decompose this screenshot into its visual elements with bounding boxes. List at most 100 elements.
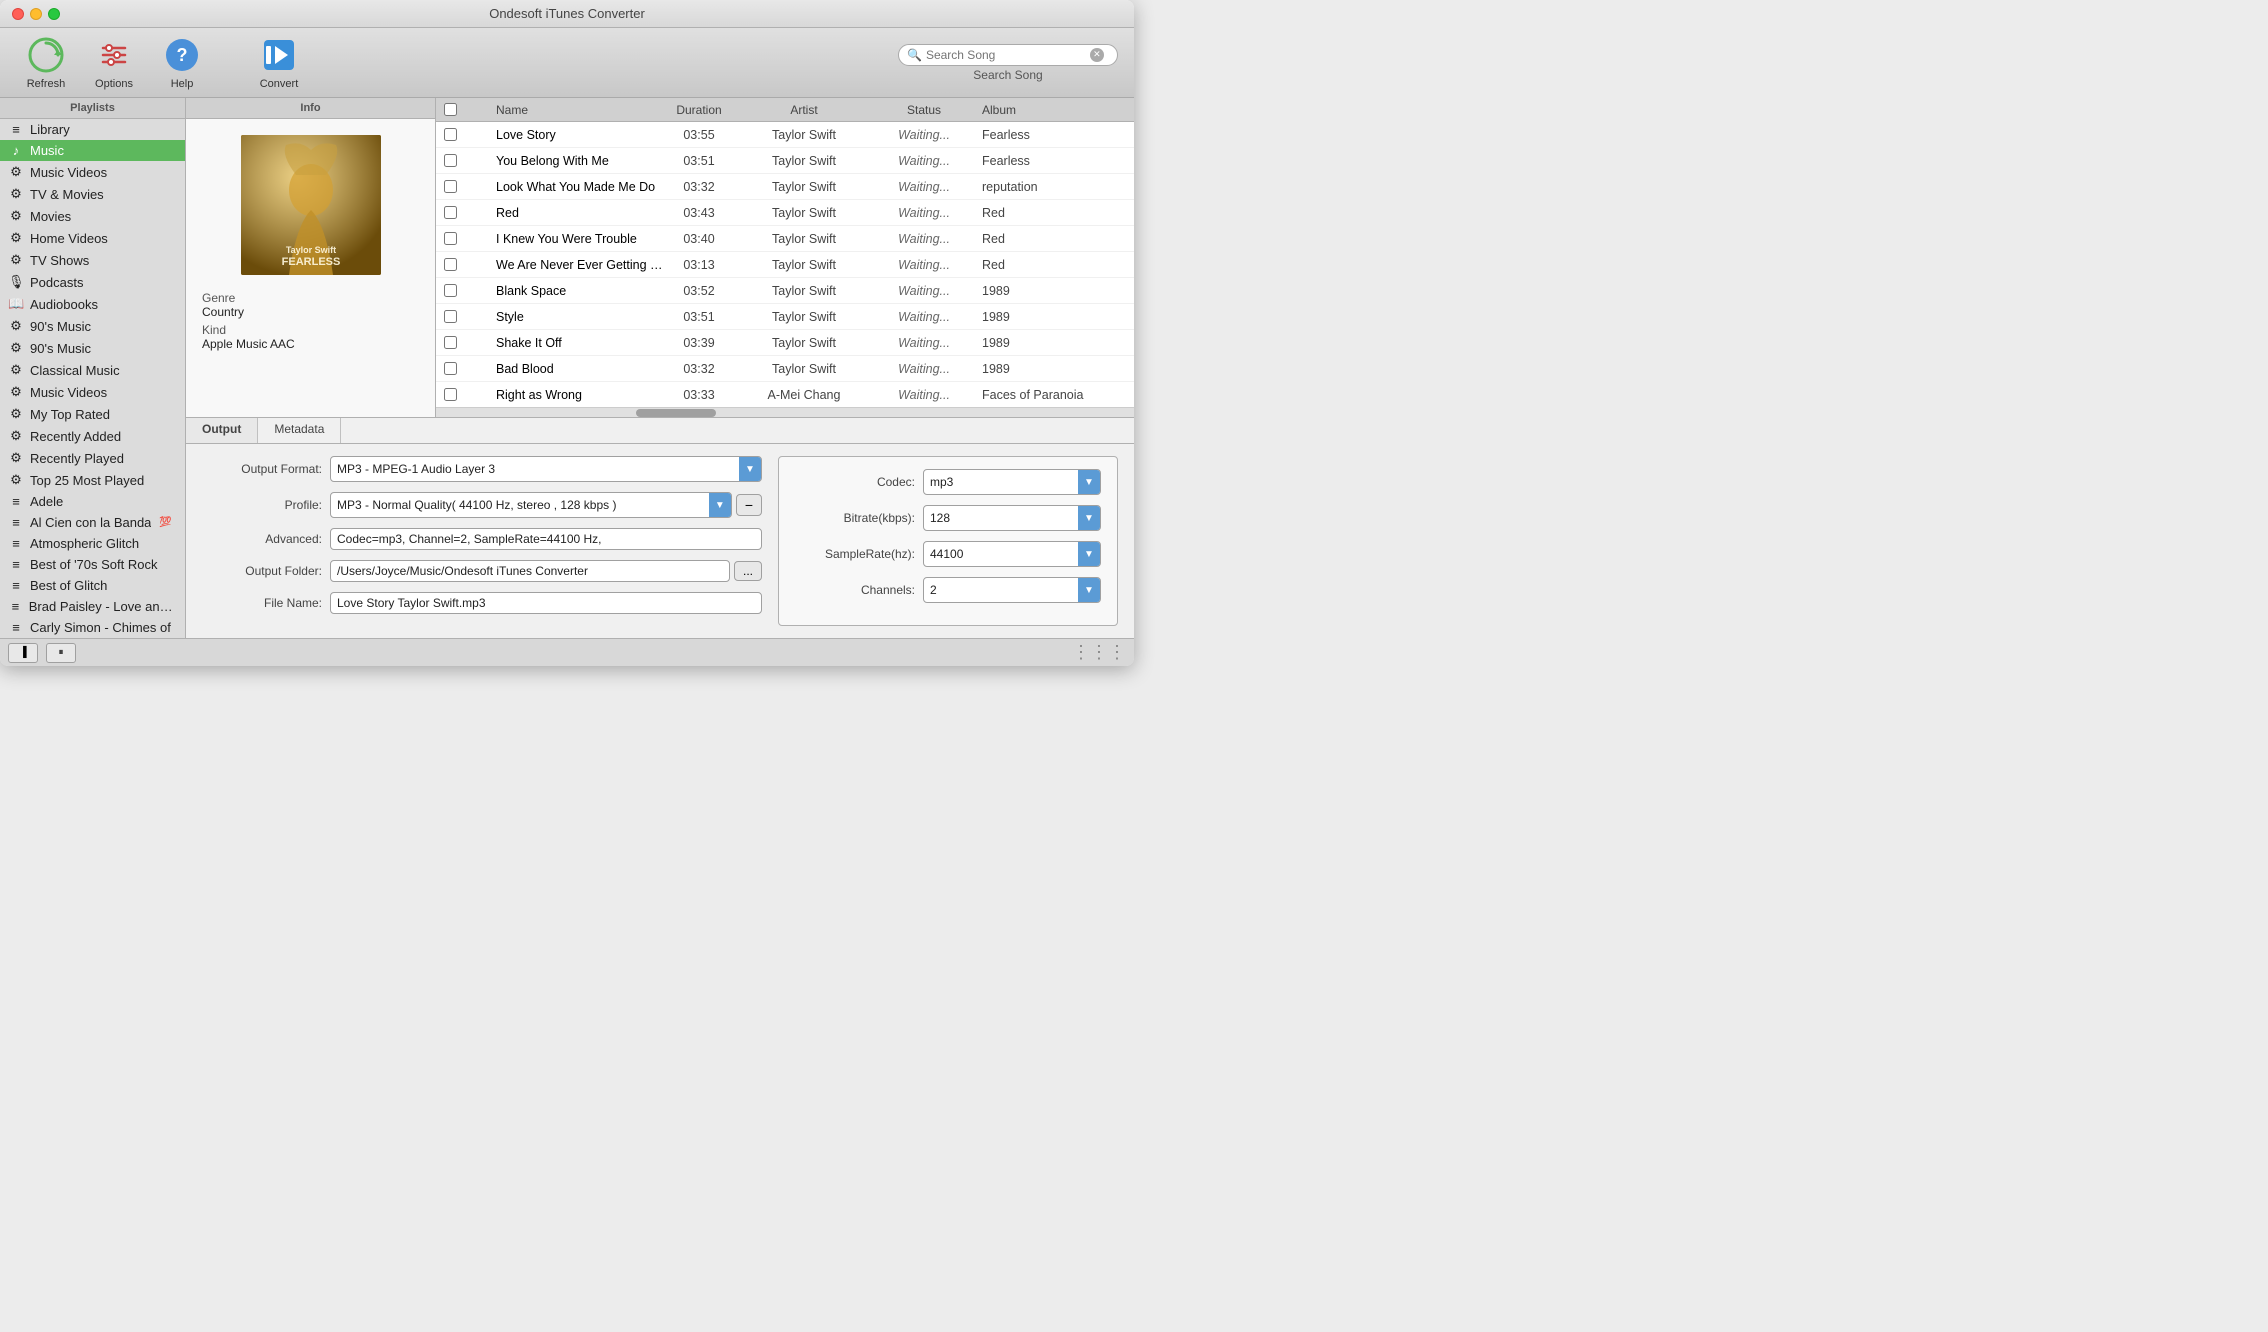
output-format-arrow[interactable]: ▼ xyxy=(739,457,761,481)
sidebar-item-tv-movies[interactable]: ⚙ TV & Movies xyxy=(0,183,185,205)
track-checkbox-cell[interactable] xyxy=(436,154,464,167)
channels-arrow[interactable]: ▼ xyxy=(1078,578,1100,602)
output-folder-input[interactable] xyxy=(330,560,730,582)
sidebar-item-90s-2[interactable]: ⚙ 90's Music xyxy=(0,337,185,359)
sidebar-item-classical[interactable]: ⚙ Classical Music xyxy=(0,359,185,381)
track-area: Name Duration Artist Status Album Love S… xyxy=(436,98,1134,417)
track-checkbox-cell[interactable] xyxy=(436,388,464,401)
close-button[interactable] xyxy=(12,8,24,20)
track-checkbox-cell[interactable] xyxy=(436,232,464,245)
track-artist: Taylor Swift xyxy=(734,206,874,220)
track-checkbox-cell[interactable] xyxy=(436,310,464,323)
track-checkbox[interactable] xyxy=(444,388,457,401)
track-row[interactable]: Bad Blood 03:32 Taylor Swift Waiting... … xyxy=(436,356,1134,382)
play-button[interactable]: ▐ xyxy=(8,643,38,663)
track-checkbox[interactable] xyxy=(444,180,457,193)
sidebar-item-atmospheric[interactable]: ≡ Atmospheric Glitch xyxy=(0,533,185,554)
samplerate-control: 44100 ▼ xyxy=(923,541,1101,567)
track-row[interactable]: We Are Never Ever Getting Back Tog... 03… xyxy=(436,252,1134,278)
tab-metadata[interactable]: Metadata xyxy=(258,418,341,443)
sidebar-item-top-25[interactable]: ⚙ Top 25 Most Played xyxy=(0,469,185,491)
track-checkbox-cell[interactable] xyxy=(436,336,464,349)
refresh-button[interactable]: Refresh xyxy=(16,36,76,90)
channels-control: 2 ▼ xyxy=(923,577,1101,603)
resize-handle[interactable]: ⋮⋮⋮ xyxy=(1072,642,1126,663)
track-checkbox[interactable] xyxy=(444,362,457,375)
options-button[interactable]: Options xyxy=(84,36,144,90)
toolbar: Refresh Options ? xyxy=(0,28,1134,98)
sidebar-item-tv-shows[interactable]: ⚙ TV Shows xyxy=(0,249,185,271)
sidebar-item-recently-added[interactable]: ⚙ Recently Added xyxy=(0,425,185,447)
track-artist: Taylor Swift xyxy=(734,232,874,246)
tab-output[interactable]: Output xyxy=(186,418,258,443)
minimize-button[interactable] xyxy=(30,8,42,20)
advanced-input[interactable] xyxy=(330,528,762,550)
track-checkbox[interactable] xyxy=(444,206,457,219)
profile-minus-button[interactable]: − xyxy=(736,494,762,516)
sidebar-item-movies[interactable]: ⚙ Movies xyxy=(0,205,185,227)
sidebar-item-carly[interactable]: ≡ Carly Simon - Chimes of xyxy=(0,617,185,638)
track-checkbox[interactable] xyxy=(444,232,457,245)
track-checkbox[interactable] xyxy=(444,154,457,167)
sidebar-item-my-top-rated[interactable]: ⚙ My Top Rated xyxy=(0,403,185,425)
bitrate-arrow[interactable]: ▼ xyxy=(1078,506,1100,530)
sidebar-item-home-videos[interactable]: ⚙ Home Videos xyxy=(0,227,185,249)
select-all-checkbox[interactable] xyxy=(444,103,457,116)
profile-select[interactable]: MP3 - Normal Quality( 44100 Hz, stereo ,… xyxy=(330,492,732,518)
sidebar-item-adele[interactable]: ≡ Adele xyxy=(0,491,185,512)
track-checkbox-cell[interactable] xyxy=(436,284,464,297)
track-row[interactable]: Look What You Made Me Do 03:32 Taylor Sw… xyxy=(436,174,1134,200)
scroll-thumb[interactable] xyxy=(636,409,716,417)
track-checkbox[interactable] xyxy=(444,336,457,349)
sidebar-item-best-glitch[interactable]: ≡ Best of Glitch xyxy=(0,575,185,596)
track-row[interactable]: Right as Wrong 03:33 A-Mei Chang Waiting… xyxy=(436,382,1134,407)
convert-button[interactable]: Convert xyxy=(244,36,314,90)
sidebar-item-podcasts[interactable]: 🎙 Podcasts xyxy=(0,271,185,293)
horizontal-scrollbar[interactable] xyxy=(436,407,1134,417)
sidebar-item-audiobooks[interactable]: 📖 Audiobooks xyxy=(0,293,185,315)
channels-select[interactable]: 2 ▼ xyxy=(923,577,1101,603)
profile-arrow[interactable]: ▼ xyxy=(709,493,731,517)
track-checkbox-cell[interactable] xyxy=(436,180,464,193)
track-checkbox-cell[interactable] xyxy=(436,362,464,375)
codec-select[interactable]: mp3 ▼ xyxy=(923,469,1101,495)
sidebar-item-recently-played[interactable]: ⚙ Recently Played xyxy=(0,447,185,469)
samplerate-arrow[interactable]: ▼ xyxy=(1078,542,1100,566)
sidebar-item-music-videos[interactable]: ⚙ Music Videos xyxy=(0,161,185,183)
search-clear-button[interactable]: ✕ xyxy=(1090,48,1104,62)
sidebar-item-brad[interactable]: ≡ Brad Paisley - Love and Wa xyxy=(0,596,185,617)
track-row[interactable]: Red 03:43 Taylor Swift Waiting... Red xyxy=(436,200,1134,226)
track-duration: 03:32 xyxy=(664,180,734,194)
track-checkbox[interactable] xyxy=(444,128,457,141)
sidebar-item-90s-1[interactable]: ⚙ 90's Music xyxy=(0,315,185,337)
track-checkbox[interactable] xyxy=(444,284,457,297)
sidebar-item-music[interactable]: ♪ Music xyxy=(0,140,185,161)
track-checkbox[interactable] xyxy=(444,258,457,271)
track-checkbox[interactable] xyxy=(444,310,457,323)
samplerate-select[interactable]: 44100 ▼ xyxy=(923,541,1101,567)
browse-folder-button[interactable]: ... xyxy=(734,561,762,581)
sidebar-item-library[interactable]: ≡ Library xyxy=(0,119,185,140)
sidebar-item-music-videos-2[interactable]: ⚙ Music Videos xyxy=(0,381,185,403)
track-row[interactable]: Style 03:51 Taylor Swift Waiting... 1989 xyxy=(436,304,1134,330)
track-row[interactable]: Shake It Off 03:39 Taylor Swift Waiting.… xyxy=(436,330,1134,356)
track-checkbox-cell[interactable] xyxy=(436,206,464,219)
track-checkbox-cell[interactable] xyxy=(436,258,464,271)
sidebar-item-al-cien[interactable]: ≡ Al Cien con la Banda 💯 xyxy=(0,512,185,533)
pause-button[interactable]: ⏸ xyxy=(46,643,76,663)
bitrate-select[interactable]: 128 ▼ xyxy=(923,505,1101,531)
track-row[interactable]: You Belong With Me 03:51 Taylor Swift Wa… xyxy=(436,148,1134,174)
header-check[interactable] xyxy=(436,103,464,116)
file-name-input[interactable] xyxy=(330,592,762,614)
codec-arrow[interactable]: ▼ xyxy=(1078,470,1100,494)
track-name: You Belong With Me xyxy=(492,154,664,168)
search-input[interactable] xyxy=(926,48,1086,62)
track-row[interactable]: I Knew You Were Trouble 03:40 Taylor Swi… xyxy=(436,226,1134,252)
maximize-button[interactable] xyxy=(48,8,60,20)
track-row[interactable]: Blank Space 03:52 Taylor Swift Waiting..… xyxy=(436,278,1134,304)
track-row[interactable]: Love Story 03:55 Taylor Swift Waiting...… xyxy=(436,122,1134,148)
track-checkbox-cell[interactable] xyxy=(436,128,464,141)
sidebar-item-best-70s[interactable]: ≡ Best of '70s Soft Rock xyxy=(0,554,185,575)
help-button[interactable]: ? Help xyxy=(152,36,212,90)
output-format-select[interactable]: MP3 - MPEG-1 Audio Layer 3 ▼ xyxy=(330,456,762,482)
